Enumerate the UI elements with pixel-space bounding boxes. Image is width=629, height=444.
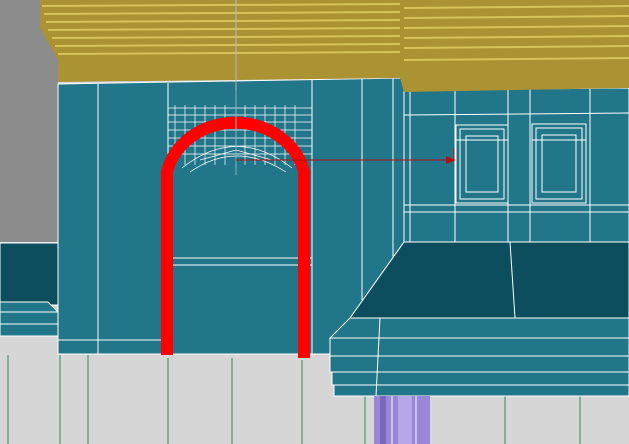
viewport-canvas[interactable] — [0, 0, 629, 444]
left-steps — [0, 242, 61, 337]
3d-viewport[interactable] — [0, 0, 629, 444]
pillar — [374, 396, 430, 444]
roof-right — [400, 0, 629, 92]
roof-left — [40, 0, 401, 82]
right-wall — [403, 87, 629, 243]
